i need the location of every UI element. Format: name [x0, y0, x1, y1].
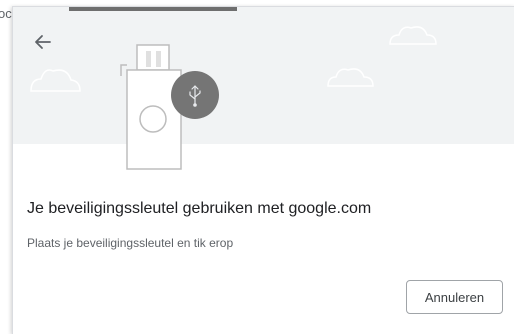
cloud-icon [389, 26, 437, 45]
dialog-subtitle: Plaats je beveiligingssleutel en tik ero… [27, 236, 234, 250]
dialog-title: Je beveiligingssleutel gebruiken met goo… [27, 200, 372, 217]
security-key-dialog: Je beveiligingssleutel gebruiken met goo… [12, 6, 514, 334]
cloud-icon [30, 69, 81, 92]
cloud-icon [327, 68, 374, 87]
security-key-icon [120, 44, 182, 170]
cancel-button[interactable]: Annuleren [406, 280, 503, 314]
usb-icon [171, 71, 219, 119]
security-key-illustration [30, 26, 437, 170]
background-partial-text: oc [0, 6, 12, 21]
